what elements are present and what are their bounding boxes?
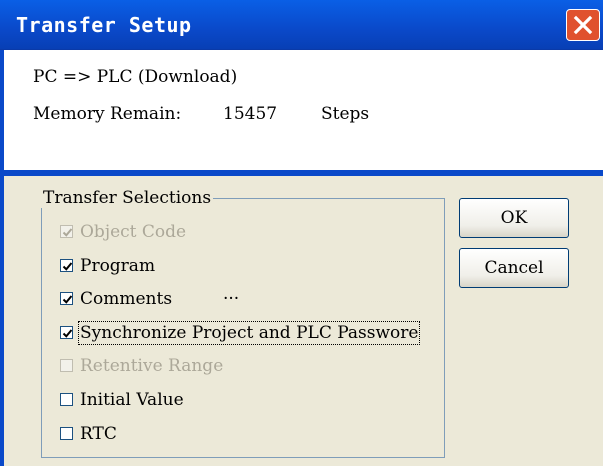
dialog-body: Transfer Selections Object Code Program Co… [4, 176, 603, 466]
checkbox-label: Object Code [80, 222, 187, 242]
checkbox[interactable] [60, 393, 73, 406]
memory-remain-value: 15457 [223, 104, 278, 124]
checkbox-label: Comments [80, 289, 173, 309]
ok-button[interactable]: OK [459, 198, 569, 238]
checkbox[interactable] [60, 427, 73, 440]
checkmark-icon [62, 262, 73, 271]
close-button[interactable] [566, 9, 600, 41]
transfer-direction: PC => PLC (Download) [33, 67, 238, 87]
checkbox-label: Initial Value [80, 390, 184, 410]
checkbox-label: Program [80, 256, 156, 276]
memory-remain-label: Memory Remain: [33, 104, 182, 124]
checkbox[interactable] [60, 259, 73, 272]
checkbox[interactable] [60, 292, 73, 305]
checkmark-icon [62, 295, 73, 304]
comments-more-button[interactable]: ··· [223, 289, 239, 309]
checkmark-icon [62, 329, 73, 338]
checkbox-label: RTC [80, 424, 117, 444]
transfer-info-panel: PC => PLC (Download) Memory Remain: 1545… [0, 50, 603, 170]
checkmark-icon [62, 228, 73, 237]
transfer-setup-dialog: Transfer Setup PC => PLC (Download) Memo… [0, 0, 603, 466]
memory-remain-unit: Steps [321, 104, 370, 124]
window-title: Transfer Setup [16, 13, 192, 37]
cancel-button[interactable]: Cancel [459, 248, 569, 288]
checkbox [60, 225, 73, 238]
checkbox [60, 359, 73, 372]
checkbox[interactable] [60, 326, 73, 339]
checkbox-label: Retentive Range [80, 356, 224, 376]
transfer-selections-legend: Transfer Selections [41, 188, 214, 208]
title-bar[interactable]: Transfer Setup [0, 0, 603, 50]
checkbox-label: Synchronize Project and PLC Passwore [77, 321, 421, 345]
